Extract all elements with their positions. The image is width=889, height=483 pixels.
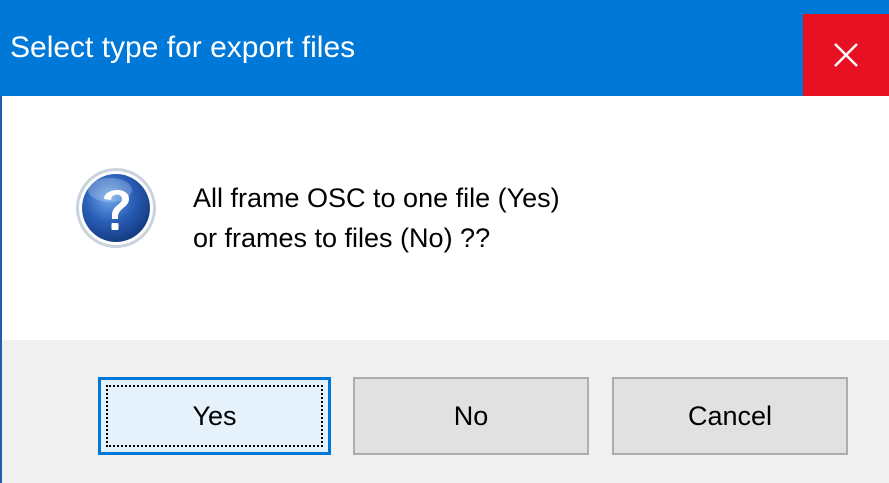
yes-button-label: Yes: [192, 400, 237, 431]
close-icon: [834, 43, 858, 67]
message-line-2: or frames to files (No) ??: [193, 223, 491, 253]
dialog-window: Select type for export files All frame O…: [0, 0, 889, 483]
no-button-label: No: [453, 400, 489, 431]
question-icon: [76, 168, 156, 248]
message-line-1: All frame OSC to one file (Yes): [193, 183, 560, 213]
cancel-button[interactable]: Cancel: [612, 377, 848, 455]
no-button[interactable]: No: [353, 377, 589, 455]
cancel-button-label: Cancel: [687, 400, 773, 431]
close-button[interactable]: [803, 14, 889, 96]
title-bar[interactable]: Select type for export files: [0, 0, 889, 96]
yes-button[interactable]: Yes: [98, 377, 331, 455]
window-title: Select type for export files: [10, 31, 356, 64]
dialog-message: All frame OSC to one file (Yes) or frame…: [193, 178, 560, 258]
